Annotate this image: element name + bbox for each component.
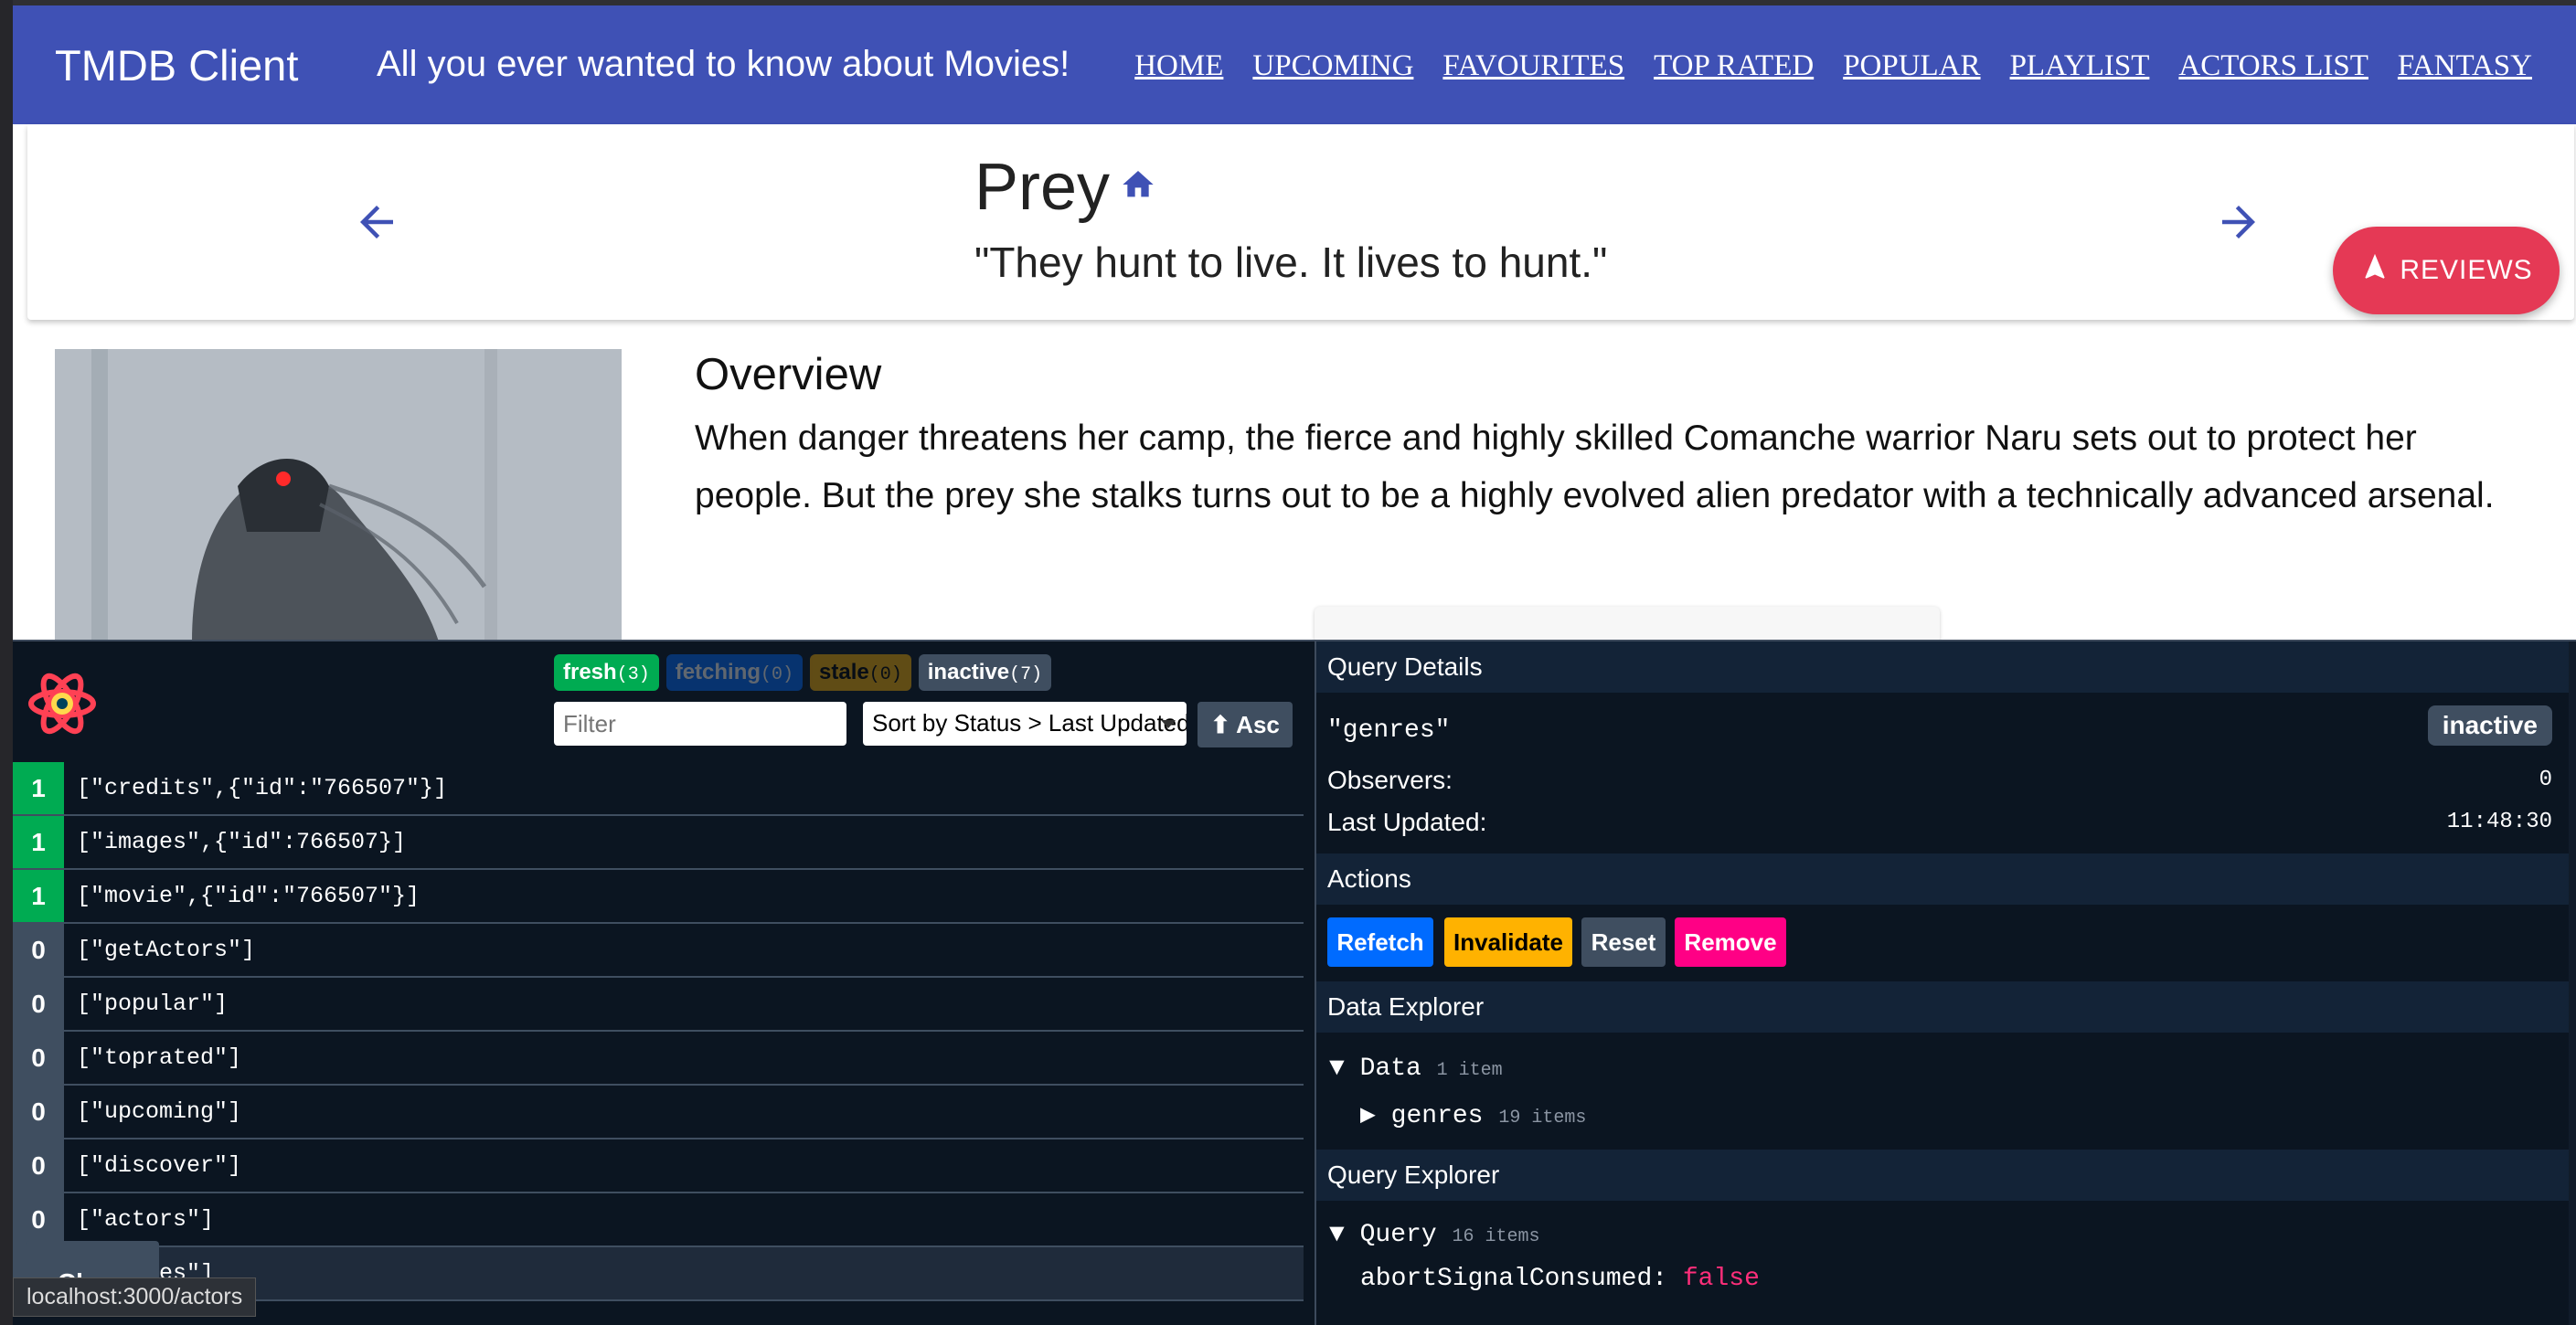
sort-direction-button[interactable]: ⬆ Asc (1198, 702, 1293, 747)
sort-select-label: Sort by Status > Last Updated (872, 709, 1187, 737)
actions-heading: Actions (1316, 853, 2576, 905)
content-tabs (1315, 607, 1940, 643)
query-list-pane: fresh(3) fetching(0) stale(0) inactive(7… (13, 641, 1304, 1325)
data-explorer-heading: Data Explorer (1316, 981, 2576, 1033)
movie-header: Prey "They hunt to live. It lives to hun… (27, 124, 2574, 320)
query-row[interactable]: 0 ["discover"] (13, 1140, 1304, 1193)
genres-node-count: 19 items (1498, 1108, 1587, 1129)
movie-tagline: "They hunt to live. It lives to hunt." (974, 238, 1608, 286)
query-devtools-panel: fresh(3) fetching(0) stale(0) inactive(7… (13, 640, 2576, 1325)
selected-query-key: "genres" (1327, 716, 1451, 745)
inactive-badge: inactive(7) (918, 654, 1052, 691)
app-page: TMDB Client All you ever wanted to know … (13, 0, 2576, 1325)
query-status-badge: inactive (2427, 705, 2552, 746)
remove-button[interactable]: Remove (1675, 917, 1786, 967)
invalidate-button[interactable]: Invalidate (1444, 917, 1572, 967)
observer-count: 0 (13, 924, 64, 976)
react-query-logo-icon[interactable] (26, 667, 99, 740)
observer-count: 0 (13, 978, 64, 1030)
sort-select[interactable]: Sort by Status > Last Updated (863, 702, 1187, 746)
observers-label: Observers: (1327, 766, 1453, 794)
reviews-button[interactable]: REVIEWS (2333, 227, 2560, 314)
data-tree-node[interactable]: ▼ Data 1 item (1329, 1055, 1503, 1083)
field-key: abortSignalConsumed: (1360, 1265, 1668, 1293)
fresh-badge: fresh(3) (554, 654, 659, 691)
query-key: ["toprated"] (77, 1044, 242, 1071)
field-value: false (1682, 1265, 1760, 1293)
query-row[interactable]: 1 ["images",{"id":766507}] (13, 816, 1304, 870)
overview-heading: Overview (695, 350, 882, 399)
query-row[interactable]: 1 ["movie",{"id":"766507"}] (13, 870, 1304, 924)
browser-status-url: localhost:3000/actors (13, 1277, 257, 1317)
observer-count: 1 (13, 870, 64, 922)
genres-node-label: genres (1390, 1102, 1484, 1130)
filter-input[interactable] (554, 702, 846, 746)
details-scrollbar[interactable] (2569, 641, 2576, 1325)
observer-count: 0 (13, 1032, 64, 1084)
app-bar: TMDB Client All you ever wanted to know … (13, 5, 2576, 124)
last-updated-value: 11:48:30 (2446, 810, 2552, 834)
observer-count: 0 (13, 1140, 64, 1192)
query-row[interactable]: 0 ["getActors"] (13, 924, 1304, 978)
expand-down-icon: ▼ (1329, 1221, 1360, 1249)
query-key: ["movie",{"id":"766507"}] (77, 883, 420, 909)
overview-text: When danger threatens her camp, the fier… (695, 419, 2495, 515)
query-tree-node[interactable]: ▼ Query 16 items (1329, 1221, 1539, 1249)
data-node-label: Data (1359, 1055, 1421, 1083)
app-tagline: All you ever wanted to know about Movies… (377, 44, 1070, 84)
nav-top-rated[interactable]: TOP RATED (1654, 49, 1814, 83)
arrow-back-icon[interactable] (352, 197, 401, 256)
query-row[interactable]: 1 ["credits",{"id":"766507"}] (13, 762, 1304, 816)
data-node-count: 1 item (1436, 1060, 1503, 1081)
main-nav: HOME UPCOMING FAVOURITES TOP RATED POPUL… (1134, 49, 2532, 83)
nav-actors-list[interactable]: ACTORS LIST (2178, 49, 2368, 83)
query-node-label: Query (1359, 1221, 1437, 1249)
home-icon[interactable] (1120, 166, 1156, 203)
navigation-icon (2359, 251, 2390, 290)
fetching-badge: fetching(0) (665, 654, 804, 691)
reset-button[interactable]: Reset (1581, 917, 1666, 967)
query-key: ["actors"] (77, 1206, 215, 1233)
observer-count: 0 (13, 1086, 64, 1138)
arrow-forward-icon[interactable] (2214, 197, 2263, 256)
observers-value: 0 (2539, 768, 2552, 792)
query-key: ["upcoming"] (77, 1098, 242, 1125)
query-key: ["credits",{"id":"766507"}] (77, 775, 448, 801)
reviews-label: REVIEWS (2400, 255, 2533, 285)
stale-badge: stale(0) (810, 654, 911, 691)
query-node-count: 16 items (1452, 1226, 1540, 1247)
query-row[interactable]: 0 ["upcoming"] (13, 1086, 1304, 1140)
query-field-row: abortSignalConsumed: false (1360, 1265, 1760, 1293)
query-key: ["getActors"] (77, 937, 256, 963)
query-details-pane: Query Details "genres" inactive Observer… (1315, 641, 2576, 1325)
movie-poster (55, 349, 622, 641)
query-details-heading: Query Details (1316, 641, 2576, 693)
query-row[interactable]: 0 ["toprated"] (13, 1032, 1304, 1086)
expand-down-icon: ▼ (1329, 1055, 1360, 1083)
genres-tree-node[interactable]: ▶ genres 19 items (1360, 1098, 1586, 1130)
chevron-down-icon (1161, 720, 1176, 728)
query-explorer-heading: Query Explorer (1316, 1150, 2576, 1201)
nav-playlist[interactable]: PLAYLIST (2010, 49, 2150, 83)
expand-right-icon: ▶ (1360, 1102, 1391, 1130)
observer-count: 1 (13, 762, 64, 814)
nav-favourites[interactable]: FAVOURITES (1442, 49, 1624, 83)
observer-count: 1 (13, 816, 64, 868)
refetch-button[interactable]: Refetch (1327, 917, 1433, 967)
last-updated-label: Last Updated: (1327, 808, 1487, 836)
movie-title: Prey (974, 151, 1111, 224)
nav-upcoming[interactable]: UPCOMING (1252, 49, 1413, 83)
nav-popular[interactable]: POPULAR (1843, 49, 1980, 83)
brand-title: TMDB Client (55, 41, 299, 90)
observer-count: 0 (13, 1193, 64, 1246)
query-list: 1 ["credits",{"id":"766507"}] 1 ["images",… (13, 762, 1304, 1301)
query-key: ["discover"] (77, 1152, 242, 1179)
query-row[interactable]: 0 ["popular"] (13, 978, 1304, 1032)
nav-fantasy[interactable]: FANTASY (2398, 49, 2532, 83)
query-key: ["images",{"id":766507}] (77, 829, 407, 855)
nav-home[interactable]: HOME (1134, 49, 1223, 83)
query-row[interactable]: 0 ["actors"] (13, 1193, 1304, 1247)
status-badges: fresh(3) fetching(0) stale(0) inactive(7… (554, 654, 1052, 691)
query-key: ["popular"] (77, 991, 229, 1017)
